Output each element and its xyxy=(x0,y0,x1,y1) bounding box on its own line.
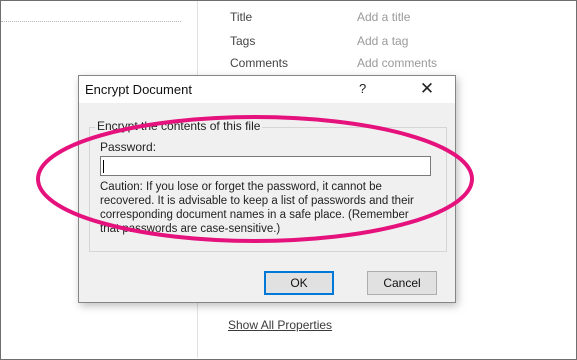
prop-comments-value[interactable]: Add comments xyxy=(357,56,437,70)
cancel-button[interactable]: Cancel xyxy=(367,271,437,295)
caution-text: Caution: If you lose or forget the passw… xyxy=(100,181,414,235)
encrypt-document-dialog: Encrypt Document ? ✕ Encrypt the content… xyxy=(78,75,456,303)
dialog-titlebar: Encrypt Document ? ✕ xyxy=(79,76,455,103)
dialog-title: Encrypt Document xyxy=(85,82,192,97)
prop-tags-value[interactable]: Add a tag xyxy=(357,34,408,48)
close-icon[interactable]: ✕ xyxy=(415,78,439,100)
help-icon[interactable]: ? xyxy=(359,81,366,96)
password-label: Password: xyxy=(100,140,157,154)
ok-button[interactable]: OK xyxy=(264,271,334,295)
prop-title-label: Title xyxy=(230,10,253,24)
groupbox-label: Encrypt the contents of this file xyxy=(95,119,263,133)
prop-tags-label: Tags xyxy=(230,34,256,48)
dotted-divider xyxy=(1,21,181,22)
password-input[interactable] xyxy=(100,156,431,176)
show-all-properties-link[interactable]: Show All Properties xyxy=(228,318,332,332)
prop-title-value[interactable]: Add a title xyxy=(357,10,410,24)
text-caret xyxy=(103,160,104,173)
prop-comments-label: Comments xyxy=(230,56,289,70)
